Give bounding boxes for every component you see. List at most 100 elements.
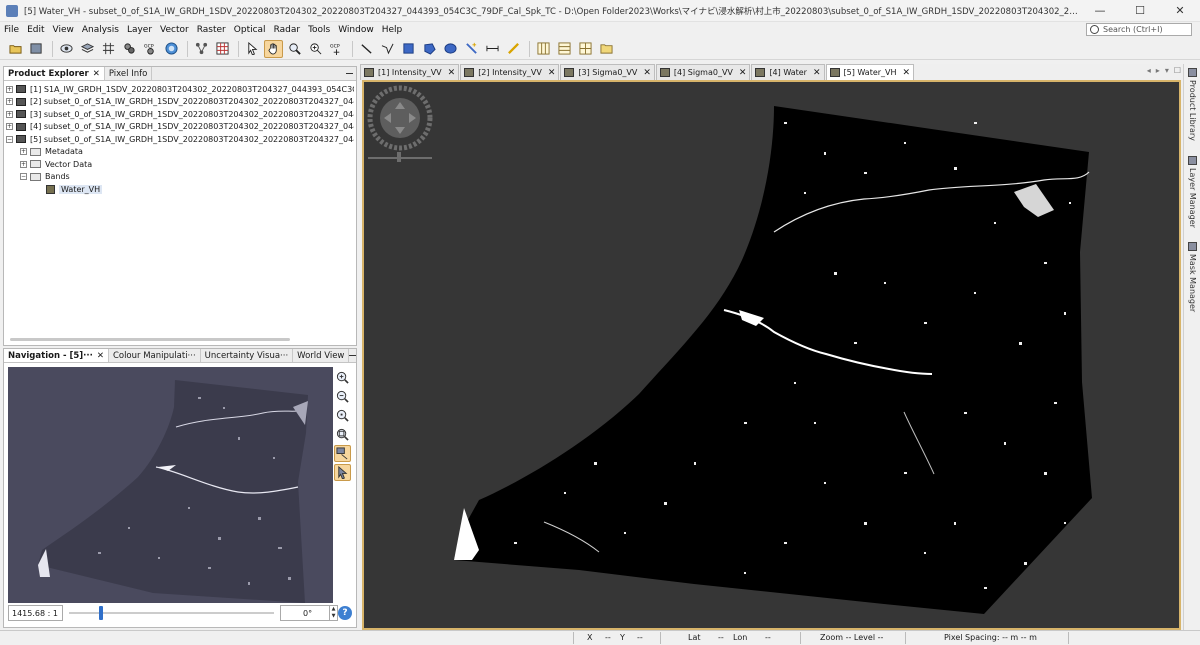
expand-icon[interactable]: +: [20, 148, 27, 156]
maximize-view-icon[interactable]: ☐: [1174, 66, 1181, 75]
close-icon[interactable]: ✕: [448, 68, 456, 78]
spinner-up-icon[interactable]: ▲: [330, 606, 337, 613]
save-product-icon[interactable]: [27, 40, 46, 58]
close-icon[interactable]: ✕: [97, 351, 104, 361]
eye-icon[interactable]: [57, 40, 76, 58]
zoom-slider-thumb[interactable]: [99, 606, 103, 620]
minimize-button[interactable]: —: [1080, 0, 1120, 22]
tree-product-4[interactable]: + [4] subset_0_of_S1A_IW_GRDH_1SDV_202208…: [6, 121, 354, 134]
tab-product-explorer[interactable]: Product Explorer ✕: [4, 67, 105, 80]
tile-grid-icon[interactable]: [576, 40, 595, 58]
matrix-icon[interactable]: [213, 40, 232, 58]
collapse-icon[interactable]: −: [20, 173, 27, 181]
close-button[interactable]: ✕: [1160, 0, 1200, 22]
tab-sigma0-vv-4[interactable]: [4] Sigma0_VV ✕: [655, 64, 751, 80]
graph-icon[interactable]: [192, 40, 211, 58]
close-icon[interactable]: ✕: [739, 68, 747, 78]
menu-window[interactable]: Window: [334, 25, 378, 35]
minimize-panel-button[interactable]: [342, 67, 356, 80]
help-icon[interactable]: ?: [338, 606, 352, 620]
expand-icon[interactable]: +: [6, 110, 13, 118]
rectangle-tool-icon[interactable]: [399, 40, 418, 58]
zoom-slider[interactable]: [69, 605, 274, 621]
previous-tab-icon[interactable]: ◂: [1147, 66, 1151, 75]
polyline-tool-icon[interactable]: [378, 40, 397, 58]
navigation-overview[interactable]: [8, 367, 333, 603]
tree-product-3[interactable]: + [3] subset_0_of_S1A_IW_GRDH_1SDV_202208…: [6, 108, 354, 121]
pixel-info-icon[interactable]: [306, 40, 325, 58]
menu-help[interactable]: Help: [378, 25, 407, 35]
grid-icon[interactable]: [99, 40, 118, 58]
tree-node-metadata[interactable]: + Metadata: [6, 146, 354, 159]
product-library-tab[interactable]: Product Library: [1184, 68, 1200, 141]
pins-icon[interactable]: [120, 40, 139, 58]
tab-colour-manipulation[interactable]: Colour Manipulati···: [109, 349, 201, 362]
tab-water-4[interactable]: [4] Water ✕: [751, 64, 825, 80]
collapse-icon[interactable]: −: [6, 135, 13, 143]
ellipse-tool-icon[interactable]: [441, 40, 460, 58]
range-finder-icon[interactable]: [483, 40, 502, 58]
layer-manager-tab[interactable]: Layer Manager: [1184, 156, 1200, 228]
expand-icon[interactable]: +: [6, 98, 13, 106]
tree-node-vector-data[interactable]: + Vector Data: [6, 158, 354, 171]
layer-icon[interactable]: [78, 40, 97, 58]
mask-manager-tab[interactable]: Mask Manager: [1184, 242, 1200, 312]
close-icon[interactable]: ✕: [643, 68, 651, 78]
menu-raster[interactable]: Raster: [193, 25, 230, 35]
tab-water-vh-5[interactable]: [5] Water_VH ✕: [825, 64, 915, 80]
rotation-input[interactable]: 0°: [280, 605, 330, 621]
close-icon[interactable]: ✕: [903, 68, 911, 78]
line-tool-icon[interactable]: [357, 40, 376, 58]
tree-product-1[interactable]: + [1] S1A_IW_GRDH_1SDV_20220803T204302_20…: [6, 83, 354, 96]
polygon-tool-icon[interactable]: [420, 40, 439, 58]
tree-product-2[interactable]: + [2] subset_0_of_S1A_IW_GRDH_1SDV_202208…: [6, 96, 354, 109]
measure-icon[interactable]: [504, 40, 523, 58]
tab-world-view[interactable]: World View: [293, 349, 350, 362]
next-tab-icon[interactable]: ▸: [1156, 66, 1160, 75]
expand-icon[interactable]: +: [20, 160, 27, 168]
menu-radar[interactable]: Radar: [270, 25, 305, 35]
minimize-panel-button[interactable]: [349, 349, 357, 362]
close-icon[interactable]: ✕: [93, 69, 100, 79]
zoom-out-icon[interactable]: [334, 388, 351, 405]
close-icon[interactable]: ✕: [813, 68, 821, 78]
magic-wand-icon[interactable]: [462, 40, 481, 58]
tab-navigation[interactable]: Navigation - [5]··· ✕: [4, 349, 109, 362]
tile-vertical-icon[interactable]: [555, 40, 574, 58]
search-input[interactable]: Search (Ctrl+I): [1086, 23, 1192, 36]
folder-icon[interactable]: [597, 40, 616, 58]
tab-uncertainty-visualisation[interactable]: Uncertainty Visua···: [201, 349, 294, 362]
view-zoom-slider[interactable]: [397, 152, 401, 162]
menu-tools[interactable]: Tools: [304, 25, 334, 35]
zoom-pixel-icon[interactable]: [334, 407, 351, 424]
tree-band-water-vh[interactable]: Water_VH: [6, 183, 354, 196]
expand-icon[interactable]: +: [6, 85, 13, 93]
maximize-button[interactable]: ☐: [1120, 0, 1160, 22]
menu-layer[interactable]: Layer: [123, 25, 156, 35]
menu-analysis[interactable]: Analysis: [78, 25, 123, 35]
menu-file[interactable]: File: [0, 25, 23, 35]
spinner-down-icon[interactable]: ▼: [330, 613, 337, 620]
pan-tool-icon[interactable]: [264, 39, 283, 58]
rotation-spinner[interactable]: ▲ ▼: [330, 605, 338, 621]
zoom-tool-icon[interactable]: [285, 40, 304, 58]
menu-edit[interactable]: Edit: [23, 25, 48, 35]
sync-views-icon[interactable]: [334, 445, 351, 462]
zoom-all-icon[interactable]: [334, 426, 351, 443]
tree-product-5[interactable]: − [5] subset_0_of_S1A_IW_GRDH_1SDV_202208…: [6, 133, 354, 146]
gcp-tool-icon[interactable]: GCP: [327, 40, 346, 58]
menu-vector[interactable]: Vector: [156, 25, 193, 35]
close-icon[interactable]: ✕: [548, 68, 556, 78]
gcp-icon[interactable]: GCP: [141, 40, 160, 58]
sync-cursor-icon[interactable]: [334, 464, 351, 481]
tab-list-icon[interactable]: ▾: [1165, 66, 1169, 75]
expand-icon[interactable]: +: [6, 123, 13, 131]
tab-pixel-info[interactable]: Pixel Info: [105, 67, 153, 80]
tab-intensity-vv-1[interactable]: [1] Intensity_VV ✕: [360, 64, 460, 80]
menu-view[interactable]: View: [49, 25, 78, 35]
world-icon[interactable]: [162, 40, 181, 58]
tree-node-bands[interactable]: − Bands: [6, 171, 354, 184]
menu-optical[interactable]: Optical: [230, 25, 270, 35]
tile-horizontal-icon[interactable]: [534, 40, 553, 58]
tab-sigma0-vv-3[interactable]: [3] Sigma0_VV ✕: [560, 64, 655, 80]
